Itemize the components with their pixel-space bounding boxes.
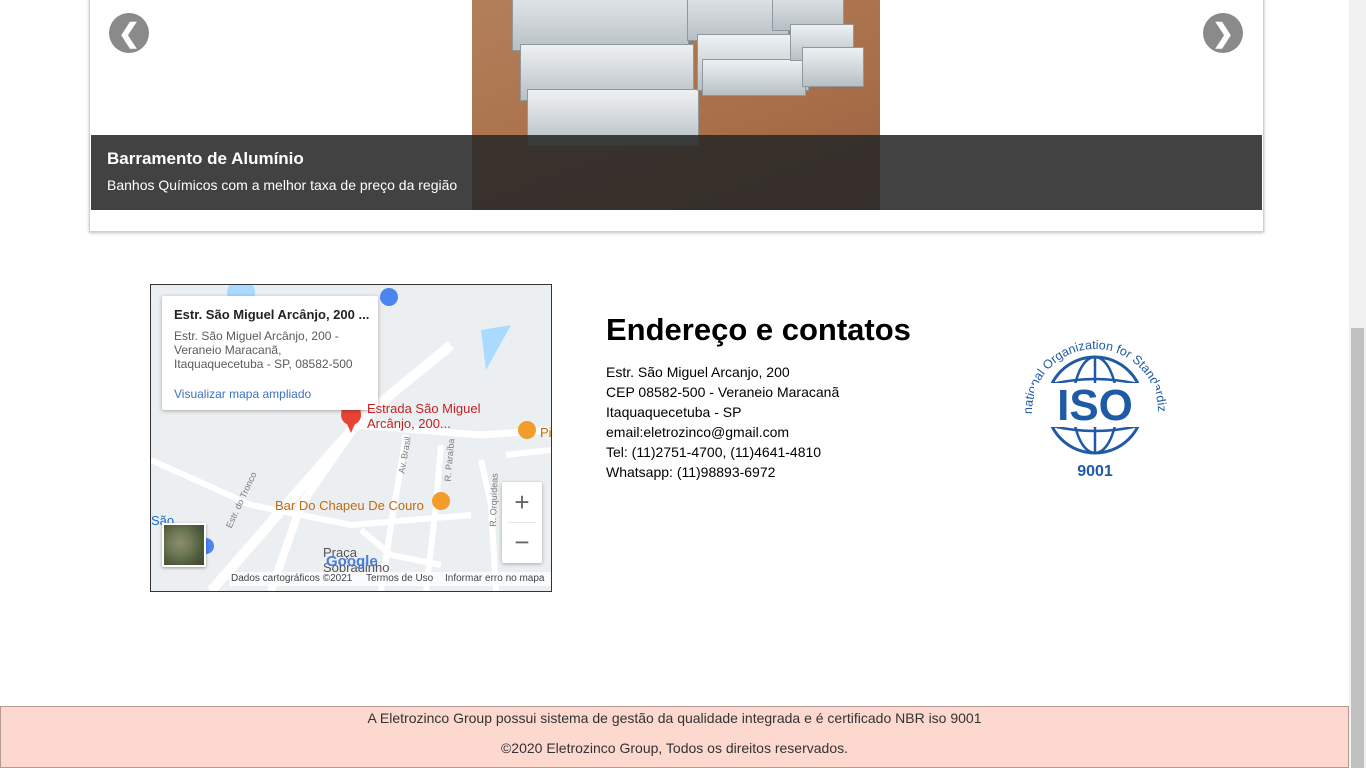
terms-link[interactable]: Termos de Uso — [366, 573, 433, 584]
slide-title: Barramento de Alumínio — [107, 149, 304, 168]
footer-quality-statement: A Eletrozinco Group possui sistema de ge… — [367, 710, 982, 726]
google-logo: Google — [326, 553, 378, 570]
pin-label-line2: Arcânjo, 200... — [367, 416, 451, 431]
contact-city: Itaquaquecetuba - SP — [606, 404, 742, 420]
place-name: Estr. São Miguel Arcânjo, 200 ... — [174, 307, 370, 322]
zoom-in-button[interactable]: + — [502, 482, 542, 522]
contact-heading: Endereço e contatos — [606, 312, 911, 347]
street-label-orquideas: R. Orquídeas — [487, 473, 500, 527]
contact-address: Estr. São Miguel Arcanjo, 200 — [606, 364, 790, 380]
chevron-right-icon: ❯ — [1212, 18, 1234, 48]
contact-cep: CEP 08582-500 - Veraneio Maracanã — [606, 384, 840, 400]
contact-email: email:eletrozinco@gmail.com — [606, 424, 790, 440]
zoom-controls: + − — [502, 482, 542, 563]
iso-mark: ISO — [1057, 381, 1133, 430]
scrollbar-thumb[interactable] — [1351, 328, 1364, 768]
image-carousel: Barramento de Alumínio Banhos Químicos c… — [89, 0, 1264, 232]
carousel-prev-button[interactable]: ❮ — [109, 13, 149, 53]
pin-label-line1: Estrada São Miguel — [367, 401, 481, 416]
slide-caption: Barramento de Alumínio Banhos Químicos c… — [91, 135, 1262, 210]
map-info-window: Estr. São Miguel Arcânjo, 200 ... Estr. … — [162, 296, 378, 410]
page-scrollbar[interactable] — [1349, 0, 1366, 768]
iso-number: 9001 — [1077, 463, 1113, 480]
embedded-map[interactable]: Estr. São Miguel Arcânjo, 200 ... Estr. … — [150, 284, 552, 592]
place-address: Estr. São Miguel Arcânjo, 200 - Veraneio… — [174, 329, 353, 371]
map-attribution: Dados cartográficos ©2021 Termos de Uso … — [229, 572, 551, 586]
report-error-link[interactable]: Informar erro no mapa — [445, 573, 545, 584]
footer-copyright: ©2020 Eletrozinco Group, Todos os direit… — [500, 740, 849, 756]
contact-details: Estr. São Miguel Arcanjo, 200 CEP 08582-… — [606, 362, 839, 482]
satellite-toggle-button[interactable] — [162, 523, 206, 567]
zoom-out-button[interactable]: − — [502, 522, 542, 562]
zoom-divider — [508, 522, 536, 523]
slide-description: Banhos Químicos com a melhor taxa de pre… — [107, 177, 458, 193]
site-footer: A Eletrozinco Group possui sistema de ge… — [0, 706, 1349, 768]
carousel-next-button[interactable]: ❯ — [1203, 13, 1243, 53]
contact-whatsapp: Whatsapp: (11)98893-6972 — [606, 464, 776, 480]
view-larger-map-link[interactable]: Visualizar mapa ampliado — [174, 387, 311, 401]
chevron-left-icon: ❮ — [118, 18, 140, 48]
iso-9001-logo: International Organization for Standardi… — [1016, 326, 1169, 480]
contact-phone: Tel: (11)2751-4700, (11)4641-4810 — [606, 444, 822, 460]
poi-label-pi: Pi — [540, 425, 552, 440]
bar-label: Bar Do Chapeu De Couro — [275, 498, 424, 513]
map-data-credit: Dados cartográficos ©2021 — [231, 573, 353, 584]
